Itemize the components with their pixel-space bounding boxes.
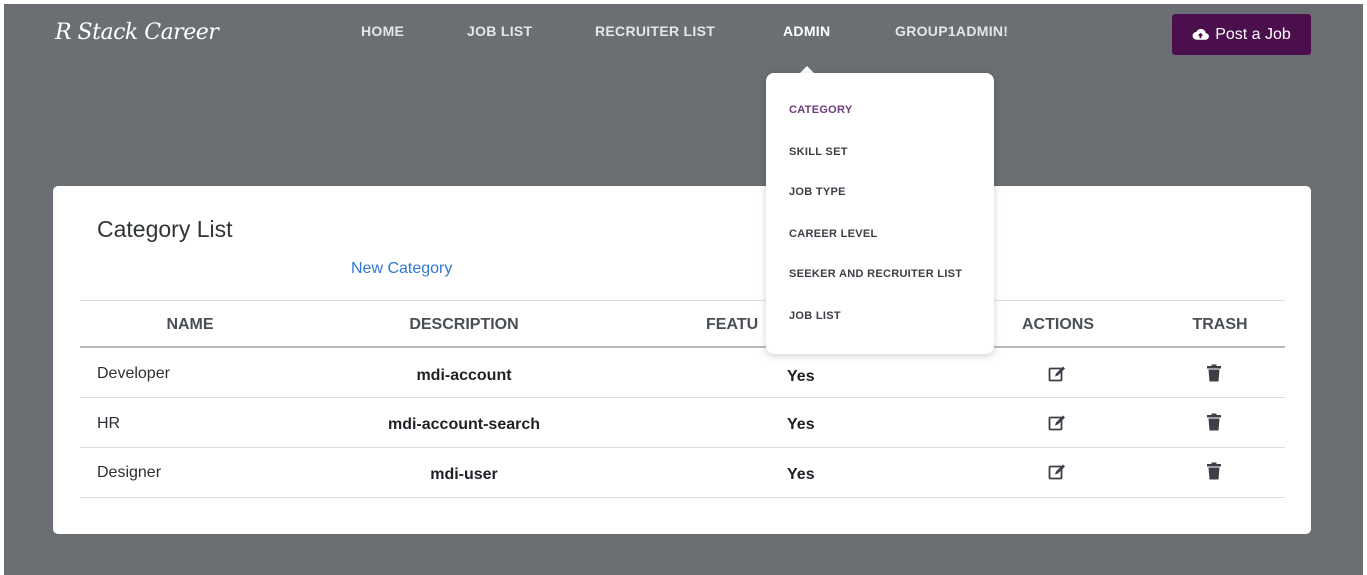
page-title: Category List [97,216,233,242]
menu-item-job-list[interactable]: JOB LIST [789,310,841,322]
row-description: mdi-account [416,367,512,384]
brand-logo[interactable]: R Stack Career [55,20,219,45]
nav-home[interactable]: HOME [361,23,404,39]
row-name: Developer [97,365,170,382]
menu-item-category[interactable]: CATEGORY [789,104,853,116]
table-header-divider [80,346,1285,348]
table-top-divider [80,300,1285,301]
edit-icon[interactable] [1048,365,1066,383]
row-name: HR [97,415,121,432]
row-description: mdi-user [430,466,498,483]
edit-icon[interactable] [1048,463,1066,481]
menu-item-seeker-recruiter-list[interactable]: SEEKER AND RECRUITER LIST [789,268,962,280]
column-header-trash: TRASH [1192,316,1248,333]
row-featured: Yes [787,466,815,483]
column-header-featured: FEATU [706,316,759,333]
row-featured: Yes [787,368,815,385]
admin-dropdown-menu: CATEGORY SKILL SET JOB TYPE CAREER LEVEL… [766,73,994,354]
trash-icon[interactable] [1205,462,1223,480]
row-name: Designer [97,464,162,481]
row-divider [80,497,1285,498]
menu-item-skill-set[interactable]: SKILL SET [789,146,848,158]
post-job-label: Post a Job [1215,25,1291,43]
menu-item-job-type[interactable]: JOB TYPE [789,186,846,198]
trash-icon[interactable] [1205,413,1223,431]
nav-recruiter-list[interactable]: RECRUITER LIST [595,23,715,39]
menu-item-career-level[interactable]: CAREER LEVEL [789,228,878,240]
row-description: mdi-account-search [387,416,541,433]
category-card [53,186,1311,534]
column-header-actions: ACTIONS [1022,316,1094,333]
column-header-name: NAME [166,316,214,333]
row-featured: Yes [787,416,815,433]
nav-user-account[interactable]: GROUP1ADMIN! [895,23,1008,39]
post-job-button[interactable]: Post a Job [1172,14,1311,55]
edit-icon[interactable] [1048,414,1066,432]
row-divider [80,397,1285,398]
cloud-upload-icon [1192,28,1210,40]
column-header-description: DESCRIPTION [409,316,519,333]
row-divider [80,447,1285,448]
trash-icon[interactable] [1205,364,1223,382]
new-category-link[interactable]: New Category [351,260,452,278]
nav-admin[interactable]: ADMIN [783,23,830,39]
nav-job-list[interactable]: JOB LIST [467,23,532,39]
